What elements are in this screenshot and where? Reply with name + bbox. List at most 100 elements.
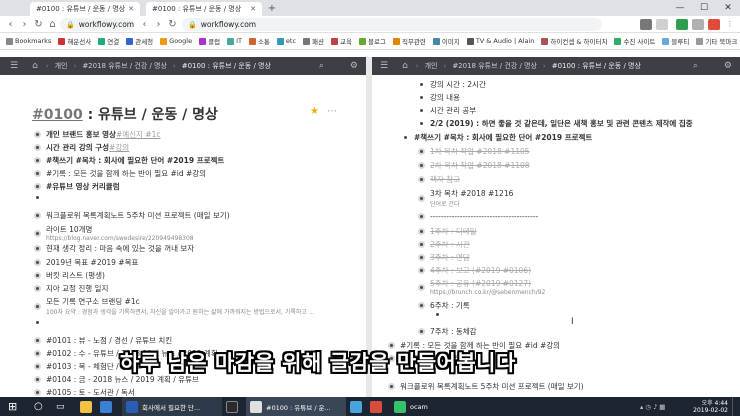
outline-item[interactable]: 개인 브랜드 홍보 영상 #예신지 #1c	[34, 129, 161, 140]
breadcrumb-item[interactable]: #2018 유튜브 / 건강 / 명상	[452, 61, 537, 71]
gear-icon[interactable]: ⚙	[724, 61, 732, 71]
bullet-collapsed-icon[interactable]	[34, 376, 41, 383]
outline-item-text[interactable]: 현재 생각 정리 : 마음 속에 있는 것을 꺼내 보자	[46, 243, 194, 254]
bookmark-item[interactable]: etc	[276, 37, 296, 45]
app-icon[interactable]	[370, 397, 386, 416]
bullet-collapsed-icon[interactable]	[34, 157, 41, 164]
outline-item-text[interactable]: ----------------------------------------	[430, 212, 538, 221]
outline-item[interactable]: 7주차 : 동체감	[418, 326, 477, 337]
outline-item[interactable]: 3차 목차 #2018 #1216 단어로 간다	[418, 188, 513, 208]
bullet-collapsed-icon[interactable]	[418, 241, 425, 248]
bookmark-item[interactable]: 기타 북마크	[696, 36, 737, 46]
home-icon[interactable]: ⌂	[402, 61, 408, 71]
minimize-button[interactable]: —	[668, 0, 692, 16]
bullet-collapsed-icon[interactable]	[34, 212, 41, 219]
file-explorer-icon[interactable]	[80, 397, 96, 416]
outline-item-text[interactable]: #유튜브 영상 커리큘럼	[46, 181, 120, 192]
bookmark-item[interactable]: 블루티	[662, 36, 689, 46]
hamburger-icon[interactable]: ☰	[10, 61, 18, 71]
windows-start-icon[interactable]: ⊞	[8, 397, 17, 416]
taskbar-app[interactable]: ocam	[390, 397, 450, 416]
bullet-collapsed-icon[interactable]	[418, 283, 425, 291]
outline-item-text[interactable]: 강의 시간 : 2시간	[430, 79, 486, 90]
outline-item[interactable]: 강의 시간 : 2시간	[418, 79, 486, 90]
outline-item[interactable]: 1주차 : 디테일	[418, 226, 477, 237]
bookmark-item[interactable]: 하이컨셉 & 하이터치	[541, 36, 607, 46]
store-icon[interactable]	[100, 397, 116, 416]
clock[interactable]: 오후 4:44 2019-02-02	[684, 397, 728, 416]
outline-item-text[interactable]: 7주차 : 동체감	[430, 326, 477, 337]
breadcrumb-item[interactable]: #2018 유튜브 / 건강 / 명상	[82, 61, 167, 71]
extension-icon[interactable]	[656, 19, 668, 30]
outline-item[interactable]	[434, 313, 446, 316]
outline-item-text[interactable]: 6주차 : 기록	[430, 300, 470, 311]
bullet-dot-icon[interactable]	[36, 321, 39, 324]
taskbar-app[interactable]: 회사에서 필요한 단...	[122, 397, 222, 416]
bullet-collapsed-icon[interactable]	[418, 228, 425, 235]
outline-item-text[interactable]: #0101 : 뷰 - 노점 / 경선 / 유튜브 치킨	[46, 335, 172, 346]
show-desktop-button[interactable]	[732, 397, 740, 416]
outline-item-text[interactable]: 2019년 목표 #2019 #목표	[46, 257, 138, 268]
bookmark-item[interactable]: 교육	[331, 36, 352, 46]
bullet-collapsed-icon[interactable]	[34, 245, 41, 252]
bullet-collapsed-icon[interactable]	[34, 170, 41, 177]
outline-item-text[interactable]: 라이트 10개명	[46, 224, 194, 235]
reload-icon[interactable]: ↻	[32, 18, 45, 31]
task-view-icon[interactable]: ▭	[56, 397, 65, 416]
outline-item-text[interactable]: 2차 목차 작업 #2018 #1108	[430, 160, 530, 171]
bookmark-item[interactable]: 블로그	[358, 36, 386, 46]
bullet-collapsed-icon[interactable]	[418, 176, 425, 183]
outline-item[interactable]: #0105 : 토 - 도서관 / 독서	[34, 387, 135, 397]
bullet-collapsed-icon[interactable]	[418, 254, 425, 261]
bullet-collapsed-icon[interactable]	[418, 148, 425, 155]
outline-item[interactable]: 현재 생각 정리 : 마음 속에 있는 것을 꺼내 보자	[34, 243, 194, 254]
tray-icons[interactable]: ▴ ◷ ♪ ▦	[640, 397, 665, 416]
close-icon[interactable]: ✕	[250, 5, 256, 13]
outline-item[interactable]: 워크플로위 목록계획노트 5주차 미션 프로젝트 (매일 보기)	[388, 381, 584, 392]
app-icon[interactable]	[226, 397, 242, 416]
bullet-dot-icon[interactable]	[420, 122, 423, 125]
new-tab-button[interactable]: +	[266, 3, 278, 15]
bullet-collapsed-icon[interactable]	[34, 144, 41, 151]
more-icon[interactable]: ⋯	[327, 106, 337, 117]
close-window-button[interactable]: ✕	[716, 0, 740, 16]
outline-item[interactable]: 버킷 리스트 (평생)	[34, 270, 105, 281]
bullet-dot-icon[interactable]	[436, 313, 439, 316]
outline-item[interactable]: 5주차 : 공유 (#2019 #0127) https://brunch.co.…	[418, 278, 545, 296]
outline-item[interactable]: 2019년 목표 #2019 #목표	[34, 257, 138, 268]
outline-item-text[interactable]: 모든 기록 연구소 브랜딩 #1c	[46, 296, 315, 307]
bookmark-item[interactable]: 소통	[248, 36, 270, 46]
bullet-collapsed-icon[interactable]	[34, 183, 41, 190]
reload-icon[interactable]: ↻	[166, 18, 179, 31]
menu-icon[interactable]: ⋮	[724, 19, 736, 30]
address-bar[interactable]: 🔒 workflowy.com	[60, 18, 134, 31]
outline-item[interactable]: 3주차 : 면담	[418, 252, 470, 263]
bookmark-item[interactable]: Google	[160, 37, 192, 45]
outline-item[interactable]: 워크플로위 목록계획노트 5주차 미션 프로젝트 (매일 보기)	[34, 210, 230, 221]
bookmark-item[interactable]: 이미지	[432, 36, 460, 46]
outline-item-text[interactable]: 4주차 : 보고 (#2019 #0106)	[430, 265, 531, 276]
bookmark-item[interactable]: 연결	[98, 36, 119, 46]
outline-item[interactable]: 책자 참고	[418, 174, 460, 185]
outline-item-tags[interactable]: #예신지 #1c	[116, 129, 161, 140]
breadcrumb-item[interactable]: 개인	[425, 61, 438, 71]
close-icon[interactable]: ✕	[128, 5, 134, 13]
outline-item-text[interactable]: 버킷 리스트 (평생)	[46, 270, 105, 281]
address-bar[interactable]: 🔒 workflowy.com	[182, 18, 602, 31]
outline-item-tags[interactable]: #강의	[109, 142, 129, 153]
bullet-collapsed-icon[interactable]	[34, 302, 41, 310]
bullet-dot-icon[interactable]	[404, 136, 407, 139]
bullet-collapsed-icon[interactable]	[34, 285, 41, 292]
maximize-button[interactable]: ☐	[692, 0, 716, 16]
extension-icon[interactable]	[676, 19, 688, 30]
outline-item[interactable]: 4주차 : 보고 (#2019 #0106)	[418, 265, 531, 276]
bullet-collapsed-icon[interactable]	[34, 363, 41, 370]
outline-item-text[interactable]: 워크플로위 목록계획노트 5주차 미션 프로젝트 (매일 보기)	[46, 210, 230, 221]
outline-item-text[interactable]: #기록 : 모든 것을 함께 하는 반이 필요 #id #강의	[46, 168, 206, 179]
outline-item-text[interactable]: 1차 목차 작업 #2018 #1105	[430, 146, 530, 157]
outline-item-text[interactable]: #책쓰기 #목차 : 회사에 필요한 단어 #2019 프로젝트	[414, 132, 592, 143]
bullet-collapsed-icon[interactable]	[34, 350, 41, 357]
forward-icon[interactable]: ›	[152, 18, 165, 31]
outline-item-text[interactable]: 3차 목차 #2018 #1216	[430, 188, 513, 199]
bookmark-item[interactable]: 수진 사이트	[614, 36, 655, 46]
